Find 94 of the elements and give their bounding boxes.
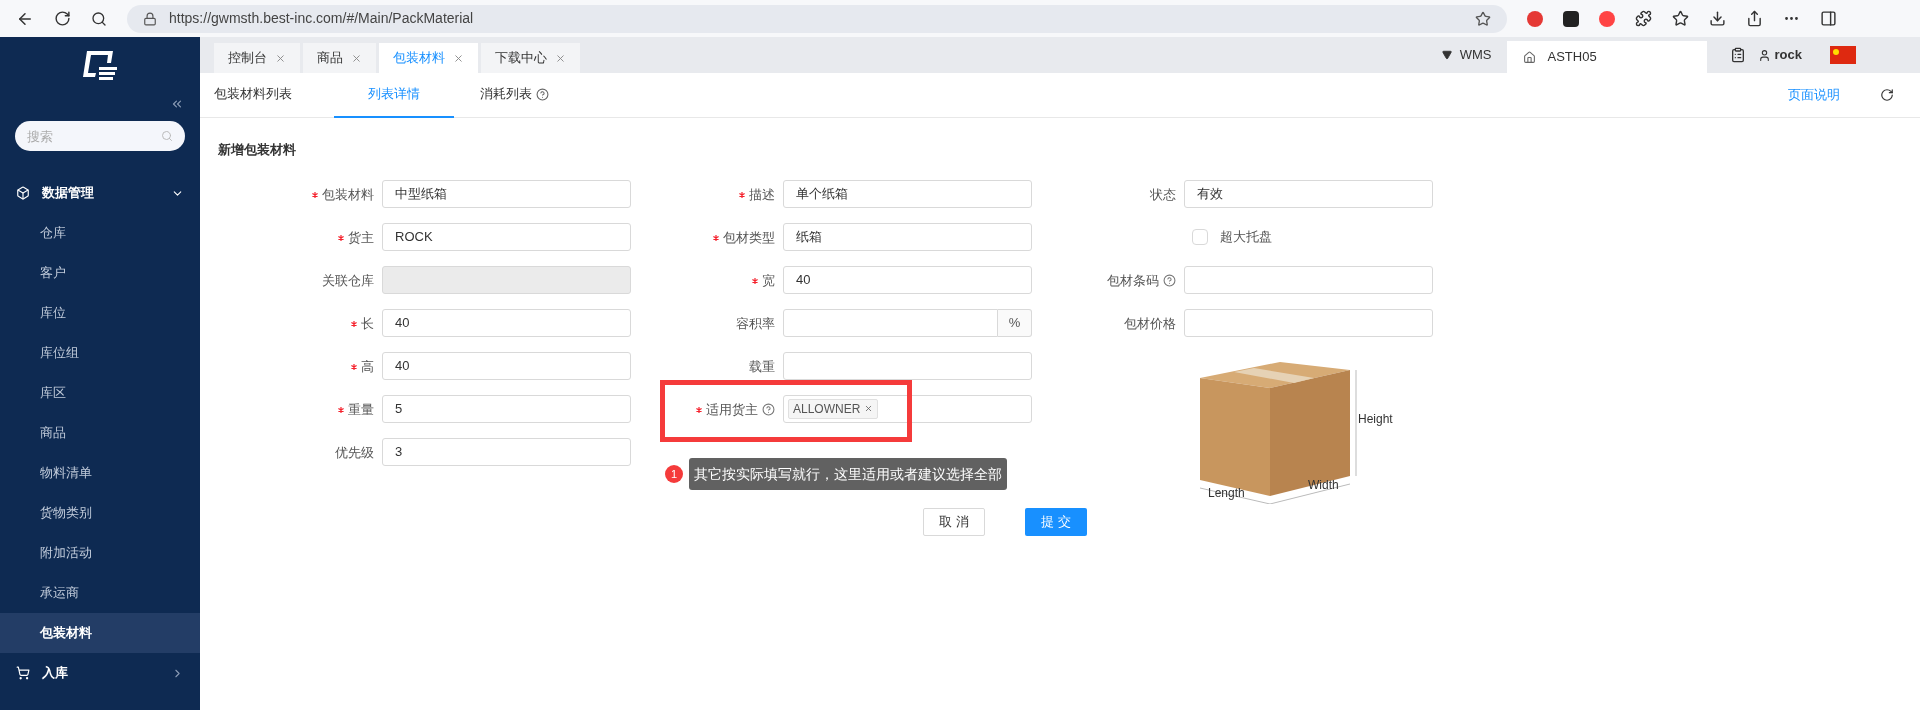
sidebar-item[interactable]: 仓库 bbox=[0, 213, 200, 253]
field-label: 重量 bbox=[348, 400, 374, 419]
sidebar-item[interactable]: 货物类别 bbox=[0, 493, 200, 533]
refresh-icon[interactable] bbox=[1880, 88, 1894, 102]
user-name[interactable]: rock bbox=[1774, 45, 1802, 65]
cancel-button[interactable]: 取 消 bbox=[923, 507, 985, 536]
annotation-tooltip: 其它按实际填写就行，这里适用或者建议选择全部 bbox=[689, 458, 1007, 490]
close-icon[interactable] bbox=[351, 52, 362, 64]
suffix-addon: % bbox=[998, 308, 1032, 337]
lock-icon bbox=[143, 11, 157, 26]
field-label: 包材价格 bbox=[1124, 314, 1176, 333]
page-tab[interactable]: 控制台 bbox=[214, 43, 300, 73]
sidebar-toggle-icon[interactable] bbox=[1820, 10, 1837, 27]
help-icon[interactable] bbox=[1163, 274, 1176, 287]
sidebar-item[interactable]: 物料清单 bbox=[0, 453, 200, 493]
url-text: https://gwmsth.best-inc.com/#/Main/PackMaterial bbox=[169, 9, 475, 28]
input-field[interactable]: 3 bbox=[382, 437, 631, 466]
close-icon[interactable] bbox=[453, 52, 464, 64]
clipboard-icon[interactable] bbox=[1729, 47, 1746, 63]
sidebar-group[interactable]: 入库 bbox=[0, 653, 200, 693]
step-badge: 1 bbox=[665, 465, 683, 483]
input-field[interactable]: 有效 bbox=[1184, 179, 1433, 208]
input-field[interactable] bbox=[783, 351, 1032, 380]
star-icon[interactable] bbox=[1475, 10, 1491, 27]
user-icon bbox=[1757, 48, 1771, 62]
field-label: 包材类型 bbox=[723, 228, 775, 247]
height-label: Height bbox=[1358, 410, 1393, 428]
field-label: 载重 bbox=[749, 357, 775, 376]
search-icon[interactable] bbox=[91, 10, 107, 27]
checkbox-label: 超大托盘 bbox=[1220, 227, 1272, 246]
tag-select-field[interactable]: ALLOWNER bbox=[783, 394, 1032, 423]
logo-icon bbox=[83, 51, 117, 81]
address-bar[interactable]: https://gwmsth.best-inc.com/#/Main/PackMaterial bbox=[127, 4, 1507, 33]
input-field[interactable]: 纸箱 bbox=[783, 222, 1032, 251]
input-field[interactable]: 单个纸箱 bbox=[783, 179, 1032, 208]
warehouse-selector[interactable]: ASTH05 bbox=[1506, 41, 1707, 73]
extension-icon[interactable] bbox=[1563, 10, 1579, 27]
width-label: Width bbox=[1308, 476, 1339, 494]
field-label: 货主 bbox=[348, 228, 374, 247]
share-icon[interactable] bbox=[1746, 10, 1763, 27]
system-label: WMS bbox=[1459, 46, 1492, 65]
reload-icon[interactable] bbox=[54, 10, 71, 27]
sub-tab[interactable]: 包装材料列表 bbox=[214, 72, 334, 118]
puzzle-icon[interactable] bbox=[1635, 10, 1652, 27]
input-field[interactable] bbox=[783, 308, 998, 337]
help-icon[interactable] bbox=[535, 87, 549, 101]
length-label: Length bbox=[1208, 484, 1245, 502]
page-tab[interactable]: 商品 bbox=[303, 43, 376, 73]
field-label: 关联仓库 bbox=[322, 271, 374, 290]
checkbox[interactable] bbox=[1192, 228, 1208, 245]
sidebar-item[interactable]: 承运商 bbox=[0, 573, 200, 613]
field-label: 状态 bbox=[1150, 185, 1176, 204]
input-field[interactable] bbox=[1184, 308, 1433, 337]
sidebar-item[interactable]: 库位 bbox=[0, 293, 200, 333]
sub-tab[interactable]: 消耗列表 bbox=[454, 72, 574, 118]
sidebar-item[interactable]: 附加活动 bbox=[0, 533, 200, 573]
sidebar-item[interactable]: 客户 bbox=[0, 253, 200, 293]
field-label: 宽 bbox=[762, 271, 775, 290]
field-label: 包材条码 bbox=[1107, 271, 1159, 290]
close-icon[interactable] bbox=[864, 404, 874, 413]
form-title: 新增包装材料 bbox=[218, 141, 297, 159]
input-field[interactable]: 40 bbox=[382, 308, 631, 337]
sidebar-group[interactable]: 数据管理 bbox=[0, 173, 200, 213]
tag: ALLOWNER bbox=[788, 398, 879, 419]
close-icon[interactable] bbox=[275, 52, 286, 64]
page-tab[interactable]: 下载中心 bbox=[481, 43, 580, 73]
field-label: 描述 bbox=[749, 185, 775, 204]
sidebar-item[interactable]: 库区 bbox=[0, 373, 200, 413]
sidebar-item[interactable]: 库位组 bbox=[0, 333, 200, 373]
field-label: 包装材料 bbox=[322, 185, 374, 204]
favorites-icon[interactable] bbox=[1672, 10, 1689, 27]
input-field[interactable]: 中型纸箱 bbox=[382, 179, 631, 208]
box-icon bbox=[16, 186, 30, 200]
field-label: 高 bbox=[361, 357, 374, 376]
input-field[interactable]: ROCK bbox=[382, 222, 631, 251]
field-label: 长 bbox=[361, 314, 374, 333]
input-field[interactable] bbox=[1184, 265, 1433, 294]
caret-icon[interactable] bbox=[1441, 50, 1452, 60]
field-label: 优先级 bbox=[335, 443, 374, 462]
input-field[interactable]: 40 bbox=[382, 351, 631, 380]
input-field[interactable]: 5 bbox=[382, 394, 631, 423]
cart-icon bbox=[16, 666, 30, 680]
sidebar-item[interactable]: 包装材料 bbox=[0, 613, 200, 653]
sidebar-item[interactable]: 商品 bbox=[0, 413, 200, 453]
collapse-icon[interactable] bbox=[170, 97, 184, 111]
input-field[interactable]: 40 bbox=[783, 265, 1032, 294]
help-icon[interactable] bbox=[762, 403, 775, 416]
download-icon[interactable] bbox=[1709, 10, 1726, 27]
flag-icon[interactable] bbox=[1830, 46, 1856, 64]
field-label: 容积率 bbox=[736, 314, 775, 333]
close-icon[interactable] bbox=[555, 52, 566, 64]
home-icon bbox=[1522, 50, 1536, 64]
field-label: 适用货主 bbox=[706, 400, 758, 419]
search-field[interactable]: 搜索 bbox=[15, 121, 185, 151]
